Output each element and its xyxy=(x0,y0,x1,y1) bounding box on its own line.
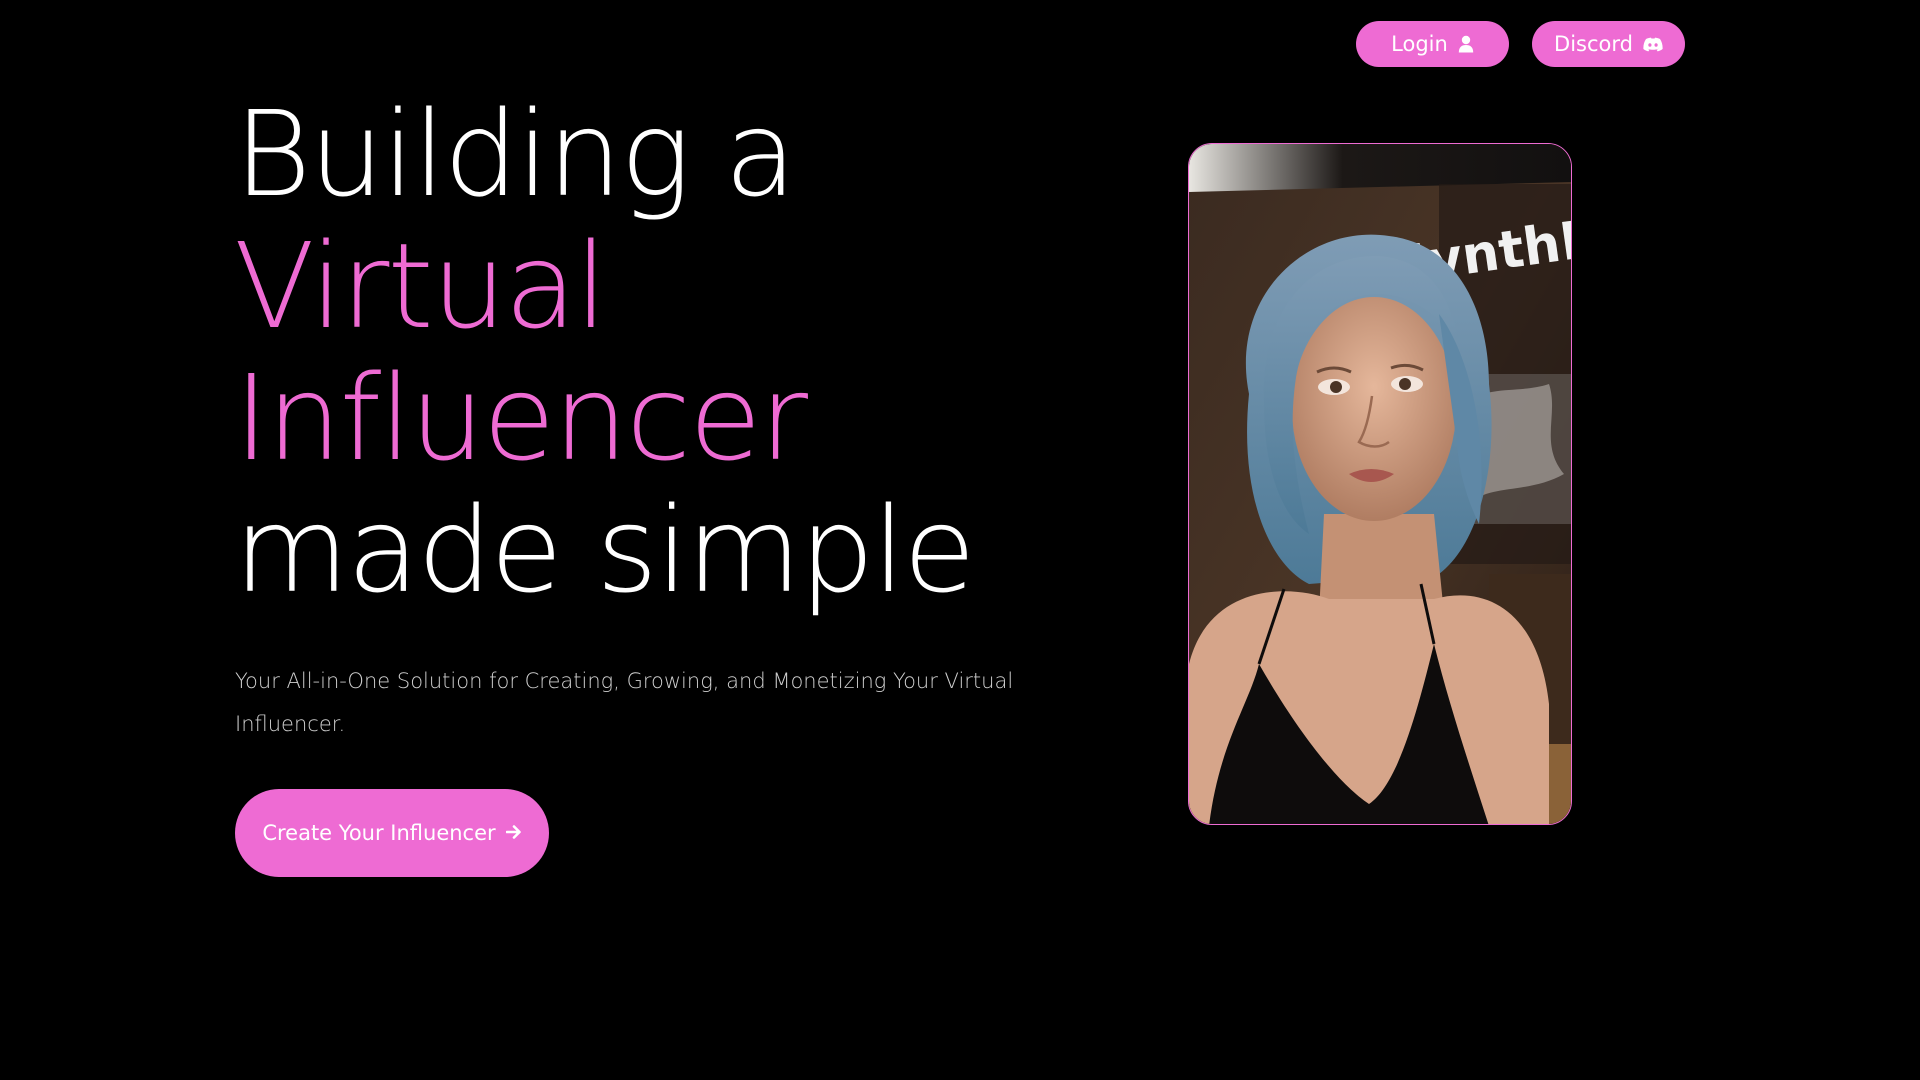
headline-line-2: Virtual xyxy=(234,217,608,355)
discord-icon xyxy=(1643,37,1663,52)
headline-line-3: Influencer xyxy=(234,349,808,487)
create-influencer-button[interactable]: Create Your Influencer xyxy=(235,789,549,877)
discord-button[interactable]: Discord xyxy=(1532,21,1685,67)
cta-label: Create Your Influencer xyxy=(262,821,496,845)
hero-subtitle: Your All-in-One Solution for Creating, G… xyxy=(235,669,1014,736)
portrait-illustration: SynthL xyxy=(1189,144,1571,824)
login-button[interactable]: Login xyxy=(1356,21,1509,67)
hero-headline: Building a Virtual Influencer made simpl… xyxy=(234,85,976,619)
login-label: Login xyxy=(1391,32,1448,56)
arrow-right-icon xyxy=(505,821,522,845)
landing-page: Login Discord Building a Virtual Influen… xyxy=(0,0,1920,1080)
discord-label: Discord xyxy=(1554,32,1633,56)
influencer-portrait: SynthL xyxy=(1188,143,1572,825)
headline-line-1: Building a xyxy=(234,85,797,223)
headline-line-4: made simple xyxy=(234,481,976,619)
user-icon xyxy=(1458,35,1474,53)
